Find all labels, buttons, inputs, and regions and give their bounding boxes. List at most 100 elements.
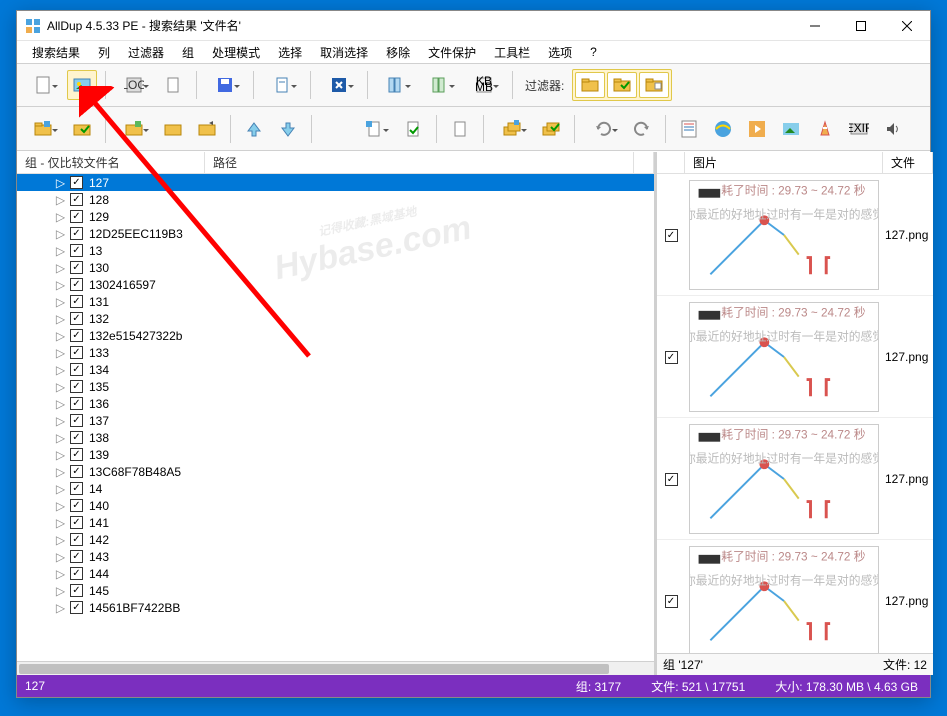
expand-icon[interactable]: ▷ (55, 347, 66, 358)
tree-row[interactable]: ▷✓12D25EEC119B3 (17, 225, 654, 242)
tool-folder-check[interactable] (67, 114, 97, 144)
tool-sound-icon[interactable] (878, 114, 908, 144)
tool-play-icon[interactable] (742, 114, 772, 144)
checkbox[interactable]: ✓ (70, 329, 83, 342)
expand-icon[interactable]: ▷ (55, 364, 66, 375)
tool-document[interactable] (158, 70, 188, 100)
tree-row[interactable]: ▷✓144 (17, 565, 654, 582)
tree-row[interactable]: ▷✓127 (17, 174, 654, 191)
preview-checkbox[interactable]: ✓ (665, 595, 678, 608)
menu-file-protect[interactable]: 文件保护 (419, 42, 485, 63)
tree-row[interactable]: ▷✓145 (17, 582, 654, 599)
expand-icon[interactable]: ▷ (55, 534, 66, 545)
tool-redo[interactable] (627, 114, 657, 144)
expand-icon[interactable]: ▷ (55, 568, 66, 579)
expand-icon[interactable]: ▷ (55, 398, 66, 409)
preview-item[interactable]: ✓耗了时间 : 29.73 ~ 24.72 秒你最近的好地址过时有一年是对的感觉… (657, 174, 933, 296)
titlebar[interactable]: AllDup 4.5.33 PE - 搜索结果 '文件名' (17, 11, 930, 41)
preview-checkbox[interactable]: ✓ (665, 473, 678, 486)
tool-folder-arrow[interactable] (192, 114, 222, 144)
filter-checked[interactable] (607, 72, 637, 98)
checkbox[interactable]: ✓ (70, 244, 83, 257)
tree-row[interactable]: ▷✓133 (17, 344, 654, 361)
tree-row[interactable]: ▷✓1302416597 (17, 276, 654, 293)
checkbox[interactable]: ✓ (70, 567, 83, 580)
minimize-button[interactable] (792, 11, 838, 41)
tree-row[interactable]: ▷✓140 (17, 497, 654, 514)
checkbox[interactable]: ✓ (70, 397, 83, 410)
tree-row[interactable]: ▷✓130 (17, 259, 654, 276)
tree-row[interactable]: ▷✓131 (17, 293, 654, 310)
tree-row[interactable]: ▷✓135 (17, 378, 654, 395)
menu-group[interactable]: 组 (173, 42, 203, 63)
menu-search-results[interactable]: 搜索结果 (23, 42, 89, 63)
maximize-button[interactable] (838, 11, 884, 41)
menu-process-mode[interactable]: 处理模式 (203, 42, 269, 63)
tree-row[interactable]: ▷✓132 (17, 310, 654, 327)
tool-delete-dropdown[interactable] (319, 70, 359, 100)
checkbox[interactable]: ✓ (70, 227, 83, 240)
col-file[interactable]: 文件 (883, 152, 933, 173)
expand-icon[interactable]: ▷ (55, 432, 66, 443)
expand-icon[interactable]: ▷ (55, 194, 66, 205)
tool-folders-blue-dropdown[interactable] (492, 114, 532, 144)
menu-deselect[interactable]: 取消选择 (311, 42, 377, 63)
tool-doc-dropdown[interactable] (23, 70, 63, 100)
checkbox[interactable]: ✓ (70, 482, 83, 495)
menu-remove[interactable]: 移除 (377, 42, 419, 63)
menu-help[interactable]: ? (581, 43, 606, 61)
col-image[interactable]: 图片 (685, 152, 883, 173)
checkbox[interactable]: ✓ (70, 448, 83, 461)
tree-row[interactable]: ▷✓132e515427322b (17, 327, 654, 344)
tool-doc-plain[interactable] (445, 114, 475, 144)
expand-icon[interactable]: ▷ (55, 551, 66, 562)
expand-icon[interactable]: ▷ (55, 415, 66, 426)
expand-icon[interactable]: ▷ (55, 211, 66, 222)
tool-exif-icon[interactable]: EXIF (844, 114, 874, 144)
preview-checkbox[interactable]: ✓ (665, 229, 678, 242)
preview-item[interactable]: ✓耗了时间 : 29.73 ~ 24.72 秒你最近的好地址过时有一年是对的感觉… (657, 418, 933, 540)
col-check[interactable] (657, 152, 685, 173)
expand-icon[interactable]: ▷ (55, 228, 66, 239)
horizontal-scrollbar[interactable] (17, 661, 654, 675)
checkbox[interactable]: ✓ (70, 516, 83, 529)
expand-icon[interactable]: ▷ (55, 330, 66, 341)
tool-page-dropdown[interactable] (262, 70, 302, 100)
checkbox[interactable]: ✓ (70, 295, 83, 308)
tool-doc-blue-dropdown[interactable] (354, 114, 394, 144)
expand-icon[interactable]: ▷ (55, 449, 66, 460)
checkbox[interactable]: ✓ (70, 533, 83, 546)
expand-icon[interactable]: ▷ (55, 245, 66, 256)
results-tree[interactable]: ▷✓127▷✓128▷✓129▷✓12D25EEC119B3▷✓13▷✓130▷… (17, 174, 654, 661)
tree-row[interactable]: ▷✓139 (17, 446, 654, 463)
tree-row[interactable]: ▷✓128 (17, 191, 654, 208)
expand-icon[interactable]: ▷ (55, 381, 66, 392)
checkbox[interactable]: ✓ (70, 431, 83, 444)
expand-icon[interactable]: ▷ (55, 296, 66, 307)
tree-row[interactable]: ▷✓137 (17, 412, 654, 429)
tree-row[interactable]: ▷✓14 (17, 480, 654, 497)
tree-row[interactable]: ▷✓13C68F78B48A5 (17, 463, 654, 480)
tool-kbmb-dropdown[interactable]: KBMB (464, 70, 504, 100)
tree-row[interactable]: ▷✓141 (17, 514, 654, 531)
checkbox[interactable]: ✓ (70, 363, 83, 376)
col-path[interactable]: 路径 (205, 152, 634, 173)
checkbox[interactable]: ✓ (70, 210, 83, 223)
tool-up-arrow[interactable] (239, 114, 269, 144)
tree-row[interactable]: ▷✓134 (17, 361, 654, 378)
checkbox[interactable]: ✓ (70, 414, 83, 427)
filter-unchecked[interactable] (639, 72, 669, 98)
tool-columns-1-dropdown[interactable] (376, 70, 416, 100)
checkbox[interactable]: ✓ (70, 601, 83, 614)
preview-item[interactable]: ✓耗了时间 : 29.73 ~ 24.72 秒你最近的好地址过时有一年是对的感觉… (657, 540, 933, 653)
checkbox[interactable]: ✓ (70, 193, 83, 206)
checkbox[interactable]: ✓ (70, 499, 83, 512)
expand-icon[interactable]: ▷ (55, 483, 66, 494)
tool-image-icon[interactable] (776, 114, 806, 144)
expand-icon[interactable]: ▷ (55, 466, 66, 477)
tool-image-view[interactable] (67, 70, 97, 100)
tool-save-dropdown[interactable] (205, 70, 245, 100)
expand-icon[interactable]: ▷ (55, 500, 66, 511)
checkbox[interactable]: ✓ (70, 346, 83, 359)
tool-folder-plain[interactable] (158, 114, 188, 144)
